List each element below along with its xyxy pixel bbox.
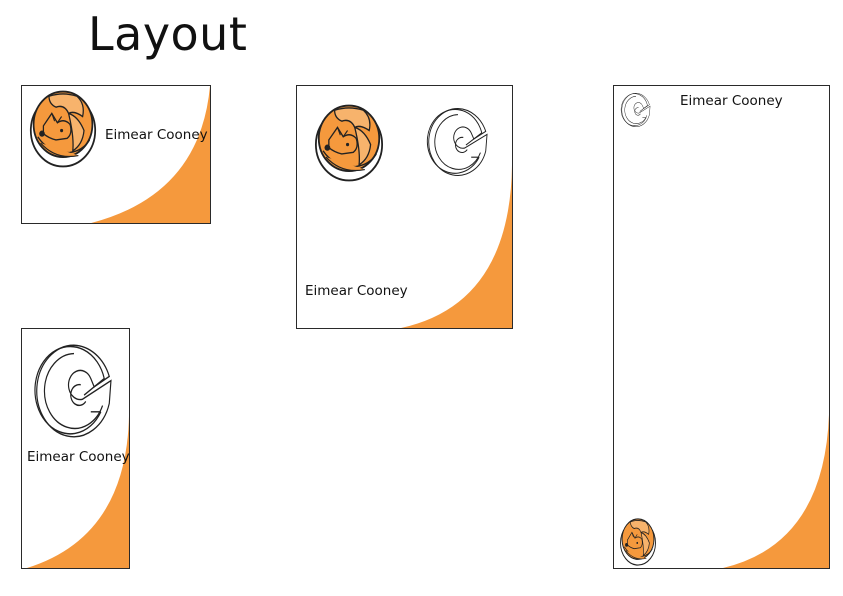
orange-swoosh <box>722 414 829 568</box>
layout-card-narrow: Eimear Cooney <box>21 328 130 569</box>
c-monogram-icon <box>620 91 652 129</box>
c-monogram-icon <box>425 104 491 180</box>
page-title: Layout <box>88 7 248 61</box>
layout-card-square: Eimear Cooney <box>296 85 513 329</box>
card-name: Eimear Cooney <box>105 127 208 143</box>
card-name: Eimear Cooney <box>305 283 408 299</box>
layout-card-tall: Eimear Cooney <box>613 85 830 569</box>
fox-logo-icon <box>313 104 385 182</box>
layout-card-landscape: Eimear Cooney <box>21 85 211 224</box>
card-name: Eimear Cooney <box>680 93 783 109</box>
fox-logo-icon <box>619 518 657 566</box>
fox-logo-icon <box>28 90 98 168</box>
card-name: Eimear Cooney <box>27 449 130 465</box>
c-monogram-icon <box>32 339 116 443</box>
